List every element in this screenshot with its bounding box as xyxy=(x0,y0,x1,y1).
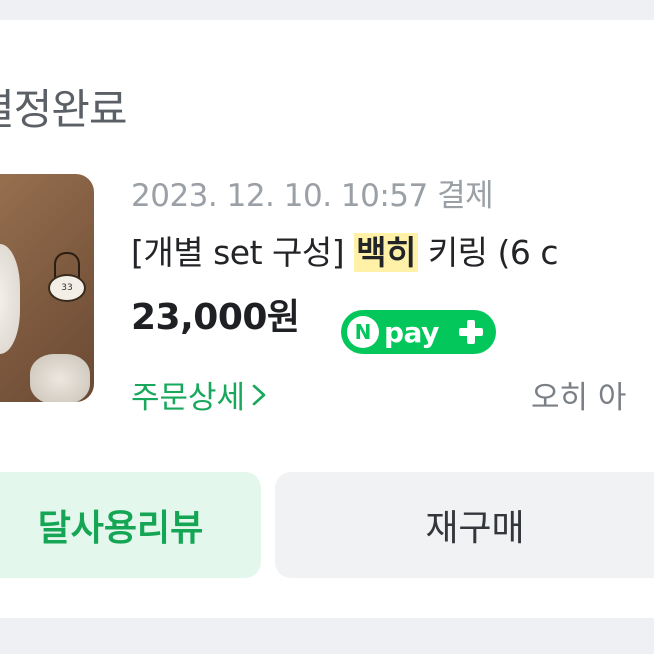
order-detail-label: 주문상세 xyxy=(131,380,246,416)
seller-name[interactable]: 오히 아 xyxy=(531,372,626,417)
title-prefix: [개별 set 구성] xyxy=(131,233,355,272)
plus-icon xyxy=(459,320,483,344)
write-review-button[interactable]: 달사용리뷰 xyxy=(0,472,261,578)
title-highlight: 백히 xyxy=(354,233,418,272)
npay-n-logo: N xyxy=(347,316,379,348)
order-card: 결정완료 33 2023. 12. 10. 10:57 결제 [개별 set 구… xyxy=(0,20,654,618)
title-suffix: 키링 (6 c xyxy=(417,233,559,272)
order-status: 결정완료 xyxy=(0,85,128,134)
keyring-charm: 33 xyxy=(48,274,86,302)
plush-detail xyxy=(0,244,20,354)
product-price: 23,000원 xyxy=(131,297,300,338)
rebuy-button[interactable]: 재구매 xyxy=(275,472,654,578)
plush-detail xyxy=(30,354,90,402)
npay-plus-badge: N pay xyxy=(341,310,496,354)
payment-date: 2023. 12. 10. 10:57 결제 xyxy=(131,178,494,214)
chevron-right-icon xyxy=(252,384,266,405)
product-thumbnail[interactable]: 33 xyxy=(0,174,94,402)
order-detail-link[interactable]: 주문상세 xyxy=(131,372,267,417)
product-title[interactable]: [개별 set 구성] 백히 키링 (6 c xyxy=(131,226,559,274)
npay-pay-text: pay xyxy=(384,315,439,349)
